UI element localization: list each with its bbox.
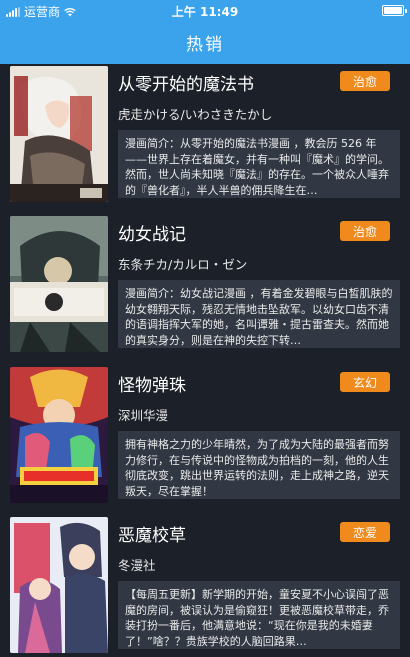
genre-tag: 恋爱 <box>340 522 390 542</box>
comic-card[interactable]: 恶魔校草 恋爱 冬漫社 【每周五更新】新学期的开始，童安夏不小心误闯了恶魔的房间… <box>0 515 410 657</box>
comic-cover-image[interactable] <box>10 66 108 202</box>
comic-card[interactable]: 幼女战记 治愈 东条チカ/カルロ・ゼン 漫画简介：幼女战记漫画 ，有着金发碧眼与… <box>0 214 410 357</box>
comic-description: 漫画简介：从零开始的魔法书漫画 ，教会历 526 年——世界上存在着魔女，并有一… <box>118 130 400 198</box>
comic-author: 深圳华漫 <box>118 408 169 423</box>
comic-title[interactable]: 幼女战记 <box>118 220 186 245</box>
comic-author: 冬漫社 <box>118 558 156 573</box>
comic-cover-image[interactable] <box>10 517 108 653</box>
comic-author: 东条チカ/カルロ・ゼン <box>118 257 248 272</box>
status-time: 上午 11:49 <box>171 5 239 19</box>
comic-card[interactable]: 怪物弹珠 玄幻 深圳华漫 拥有神格之力的少年晴然，为了成为大陆的最强者而努力修行… <box>0 365 410 508</box>
battery-icon <box>382 5 407 16</box>
comic-title[interactable]: 怪物弹珠 <box>118 371 186 396</box>
comic-description: 拥有神格之力的少年晴然，为了成为大陆的最强者而努力修行，在与传说中的怪物成为拍档… <box>118 431 400 499</box>
status-bar: 运营商 上午 11:49 <box>0 0 410 20</box>
comic-cover-image[interactable] <box>10 367 108 503</box>
comic-card[interactable]: 从零开始的魔法书 治愈 虎走かける/いわさきたかし 漫画简介：从零开始的魔法书漫… <box>0 64 410 207</box>
page-title: 热销 <box>186 34 224 55</box>
genre-tag: 治愈 <box>340 221 390 241</box>
comic-author: 虎走かける/いわさきたかし <box>118 107 273 122</box>
genre-tag: 治愈 <box>340 71 390 91</box>
comic-cover-image[interactable] <box>10 216 108 352</box>
genre-tag: 玄幻 <box>340 372 390 392</box>
comic-description: 【每周五更新】新学期的开始，童安夏不小心误闯了恶魔的房间，被误认为是偷窥狂！更被… <box>118 581 400 649</box>
comic-description: 漫画简介：幼女战记漫画 ，有着金发碧眼与白皙肌肤的幼女翱翔天际，残忍无情地击坠敌… <box>118 280 400 348</box>
navigation-bar: 热销 <box>0 20 410 64</box>
comic-title[interactable]: 从零开始的魔法书 <box>118 70 254 95</box>
comic-title[interactable]: 恶魔校草 <box>118 521 186 546</box>
